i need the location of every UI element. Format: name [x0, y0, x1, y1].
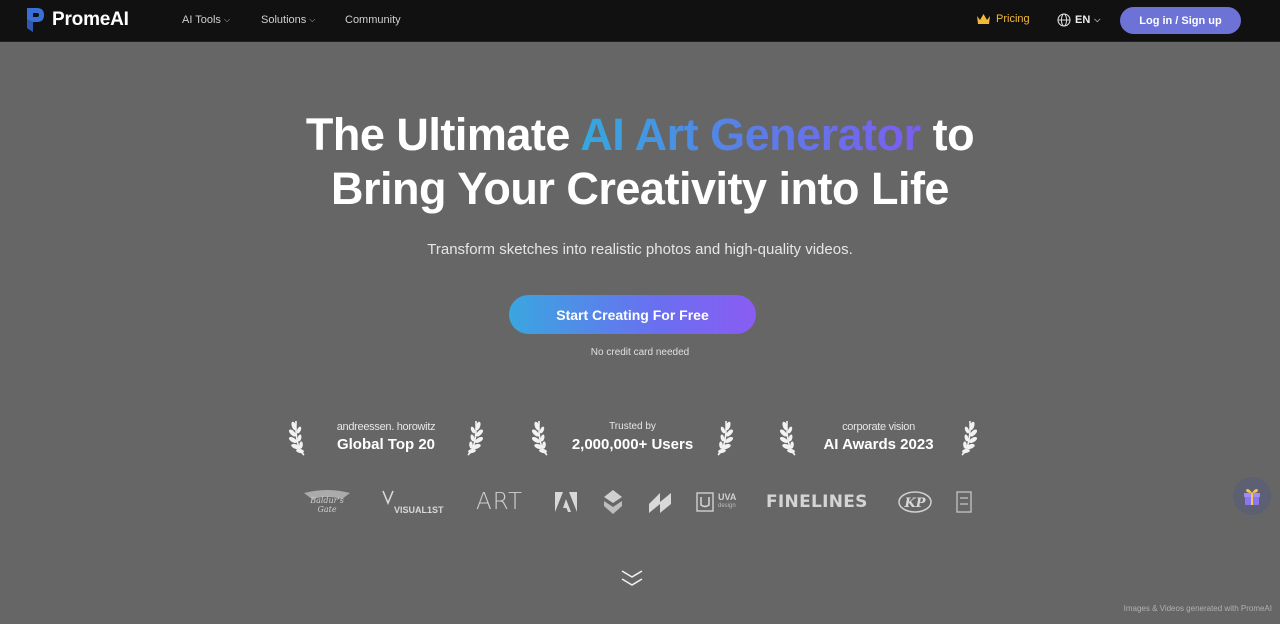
- partner-logos: Baldur's Gate VISUAL1ST ART UVA design F…: [300, 484, 976, 520]
- visual1st-icon: VISUAL1ST: [382, 490, 444, 515]
- pricing-link[interactable]: Pricing: [976, 13, 1030, 25]
- laurel-right-icon: [955, 417, 977, 457]
- svg-text:VISUAL1ST: VISUAL1ST: [394, 505, 444, 515]
- finelines-logo: FINELINES: [766, 484, 878, 520]
- baldurs-gate-logo: Baldur's Gate: [302, 484, 354, 520]
- nav-item-label: Community: [345, 14, 401, 26]
- svg-text:KP: KP: [903, 496, 926, 511]
- uva-u-icon: [696, 492, 714, 512]
- svg-text:Gate: Gate: [317, 505, 336, 514]
- art-logo: ART: [476, 484, 528, 520]
- language-selector[interactable]: EN ⌵: [1057, 13, 1100, 27]
- award-brand: corporate vision: [842, 421, 915, 433]
- adobe-icon: [555, 492, 577, 512]
- pricing-label: Pricing: [996, 13, 1030, 25]
- crown-icon: [977, 14, 990, 24]
- cta-note: No credit card needed: [590, 347, 690, 358]
- award-corporate-vision: corporate vision AI Awards 2023: [780, 414, 977, 460]
- kp-logo: KP: [898, 484, 934, 520]
- award-text: andreessen. horowitz Global Top 20: [311, 421, 461, 453]
- slant-mark-icon: [649, 493, 671, 513]
- promeai-logo-icon: [27, 8, 44, 32]
- double-chevron-down-icon[interactable]: [620, 568, 644, 588]
- partial-logo: [956, 484, 976, 520]
- slant-mark-logo: [648, 484, 674, 520]
- svg-text:Baldur's: Baldur's: [309, 496, 344, 505]
- laurel-left-icon: [780, 420, 797, 456]
- nav-item-solutions[interactable]: Solutions ⌵: [261, 14, 315, 26]
- hero-title-line2: Bring Your Creativity into Life: [331, 163, 949, 214]
- award-text: corporate vision AI Awards 2023: [802, 421, 955, 453]
- uva-label: UVA: [718, 492, 737, 502]
- hero-title: The Ultimate AI Art Generator to Bring Y…: [0, 108, 1280, 216]
- award-users: Trusted by 2,000,000+ Users: [532, 414, 733, 460]
- logo-text: PromeAI: [52, 9, 129, 30]
- baldurs-gate-icon: Baldur's Gate: [304, 490, 350, 514]
- start-creating-button[interactable]: Start Creating For Free: [509, 295, 756, 334]
- art-logo-text: ART: [476, 489, 524, 515]
- top-navbar: PromeAI AI Tools ⌵ Solutions ⌵ Community…: [0, 0, 1280, 42]
- award-text: Trusted by 2,000,000+ Users: [554, 421, 711, 453]
- nav-item-ai-tools[interactable]: AI Tools ⌵: [182, 14, 230, 26]
- gift-button[interactable]: [1233, 477, 1271, 515]
- visual1st-logo: VISUAL1ST: [380, 484, 450, 520]
- award-brand: andreessen. horowitz: [336, 421, 436, 433]
- hero-title-part2: to: [920, 109, 975, 160]
- nav-item-label: AI Tools: [182, 14, 221, 26]
- logo[interactable]: PromeAI: [24, 7, 129, 33]
- hero-title-highlight: AI Art Generator: [580, 109, 921, 160]
- award-brand: Trusted by: [609, 421, 656, 432]
- login-signup-button[interactable]: Log in / Sign up: [1120, 7, 1241, 34]
- chevron-down-icon: ⌵: [309, 15, 316, 24]
- uva-design-logo: UVA design: [696, 484, 746, 520]
- adobe-logo: [554, 484, 580, 520]
- award-title: AI Awards 2023: [823, 436, 934, 453]
- laurel-right-icon: [461, 417, 483, 457]
- hero-title-part1: The Ultimate: [305, 109, 581, 160]
- laurel-left-icon: [532, 420, 549, 456]
- language-label: EN: [1075, 14, 1091, 26]
- laurel-right-icon: [711, 417, 733, 457]
- award-title: Global Top 20: [336, 436, 436, 453]
- globe-icon: [1057, 13, 1071, 27]
- uva-text: UVA design: [718, 493, 736, 511]
- award-a16z: andreessen. horowitz Global Top 20: [289, 414, 483, 460]
- stack-mark-icon: [604, 490, 622, 514]
- gift-icon: [1244, 489, 1260, 505]
- finelines-logo-text: FINELINES: [766, 492, 868, 512]
- laurel-left-icon: [289, 420, 306, 456]
- chevron-down-icon: ⌵: [1094, 15, 1101, 24]
- kp-icon: KP: [898, 491, 932, 513]
- partial-logo-icon: [956, 491, 972, 513]
- award-title: 2,000,000+ Users: [571, 436, 694, 453]
- uva-sub-label: design: [718, 503, 736, 509]
- nav-item-community[interactable]: Community: [345, 14, 401, 26]
- stack-mark-logo: [602, 484, 626, 520]
- chevron-down-icon: ⌵: [223, 15, 231, 24]
- generated-with-credit: Images & Videos generated with PromeAI: [1123, 604, 1272, 613]
- nav-item-label: Solutions: [261, 14, 307, 26]
- hero-subtitle: Transform sketches into realistic photos…: [427, 241, 853, 258]
